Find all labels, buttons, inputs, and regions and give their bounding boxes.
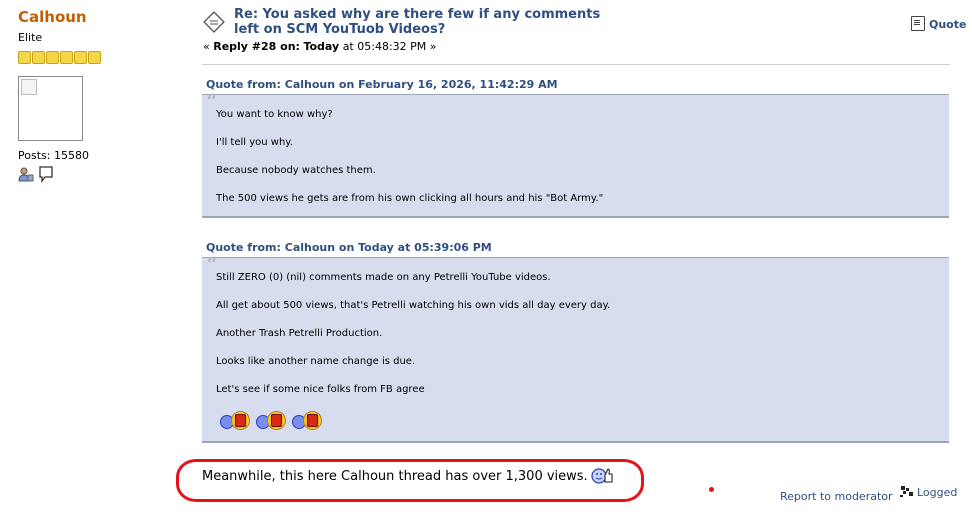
star-icon	[88, 51, 101, 64]
reading-smiley-icon	[292, 410, 324, 430]
reply-time: at 05:48:32 PM	[342, 40, 427, 53]
quote-icon	[911, 16, 925, 31]
reply-suffix: »	[429, 40, 437, 53]
red-dot	[709, 487, 714, 492]
post-count: Posts: 15580	[18, 149, 89, 162]
smiley-row	[220, 410, 328, 433]
topic-icon	[203, 11, 225, 33]
report-to-moderator-link[interactable]: Report to moderator	[780, 490, 893, 503]
quote-line: Still ZERO (0) (nil) comments made on an…	[216, 272, 551, 283]
quote-line: Let's see if some nice folks from FB agr…	[216, 384, 425, 395]
star-icon	[32, 51, 45, 64]
quote-block: “ Still ZERO (0) (nil) comments made on …	[202, 256, 949, 443]
personal-message-icon[interactable]	[38, 166, 54, 187]
reply-info: « Reply #28 on: Today at 05:48:32 PM »	[203, 40, 437, 53]
quote-block: “ You want to know why? I'll tell you wh…	[202, 93, 949, 218]
quote-button-label: Quote	[929, 18, 967, 31]
reply-prefix: «	[203, 40, 210, 53]
quote-line: Looks like another name change is due.	[216, 356, 416, 367]
star-icon	[74, 51, 87, 64]
rank-stars	[18, 51, 188, 64]
post-body: Meanwhile, this here Calhoun thread has …	[202, 466, 613, 488]
reading-smiley-icon	[256, 410, 288, 430]
quote-line: All get about 500 views, that's Petrelli…	[216, 300, 611, 311]
quote-button[interactable]: Quote	[911, 16, 966, 31]
avatar	[18, 76, 83, 141]
profile-icon[interactable]	[18, 166, 34, 186]
thumbs-up-smiley-icon	[591, 466, 613, 488]
poster-title: Elite	[18, 31, 43, 44]
star-icon	[18, 51, 31, 64]
quote-line: Another Trash Petrelli Production.	[216, 328, 383, 339]
star-icon	[60, 51, 73, 64]
quote-line: I'll tell you why.	[216, 137, 293, 148]
quote-line: You want to know why?	[216, 109, 333, 120]
logged-status: Logged	[900, 485, 957, 501]
broken-image-icon	[21, 79, 37, 95]
reply-day: Today	[303, 40, 340, 53]
reading-smiley-icon	[220, 410, 252, 430]
quote-line: The 500 views he gets are from his own c…	[216, 193, 604, 204]
logged-label: Logged	[917, 486, 958, 499]
star-icon	[46, 51, 59, 64]
post-body-text: Meanwhile, this here Calhoun thread has …	[202, 469, 588, 484]
quote-header[interactable]: Quote from: Calhoun on Today at 05:39:06…	[206, 241, 492, 254]
quote-header[interactable]: Quote from: Calhoun on February 16, 2026…	[206, 78, 558, 91]
post-subject[interactable]: Re: You asked why are there few if any c…	[234, 7, 614, 37]
ip-logged-icon	[900, 485, 914, 501]
poster-name[interactable]: Calhoun	[18, 8, 188, 26]
divider	[202, 64, 950, 65]
poster-info: Calhoun Elite Posts: 15580	[18, 8, 188, 183]
reply-label: Reply #28 on:	[213, 40, 300, 53]
quote-line: Because nobody watches them.	[216, 165, 376, 176]
